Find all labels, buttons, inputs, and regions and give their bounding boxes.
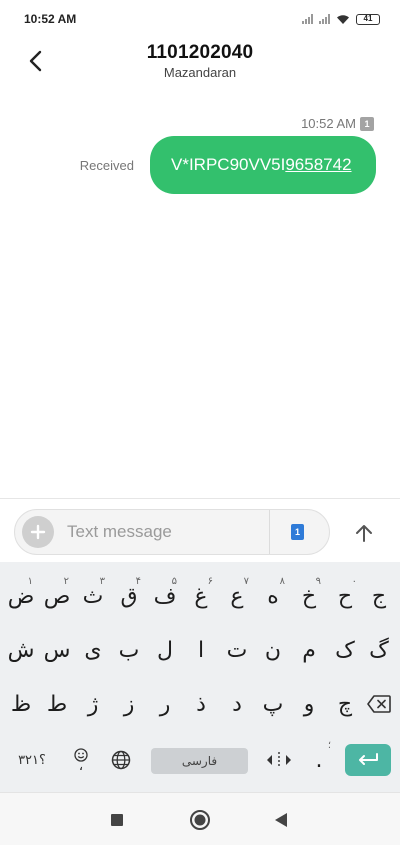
key[interactable]: م (292, 624, 326, 676)
divider (269, 510, 270, 554)
plus-icon (30, 524, 46, 540)
send-arrow-icon (356, 525, 372, 542)
key[interactable]: ر (148, 678, 182, 730)
key[interactable]: و (292, 678, 326, 730)
signal-icon (319, 14, 330, 24)
message-input[interactable] (67, 510, 267, 554)
key[interactable]: ث۳ (76, 570, 110, 622)
status-bar: 10:52 AM 41 (0, 0, 400, 38)
enter-arrow-icon (359, 753, 378, 765)
contact-info[interactable]: 1101202040 Mazandaran (0, 42, 400, 80)
key[interactable]: غ۶ (184, 570, 218, 622)
key[interactable]: ش (4, 624, 38, 676)
message-time: 10:52 AM (301, 116, 356, 131)
contact-number: 1101202040 (146, 42, 254, 63)
message-status: Received (79, 157, 134, 173)
key[interactable]: ژ (76, 678, 110, 730)
backspace-icon (367, 695, 391, 713)
persian-keyboard: ض۱ ص۲ ث۳ ق۴ ف۵ غ۶ ع۷ ه۸ خ۹ ح۰ ج ش س ی ب … (0, 562, 400, 792)
key[interactable]: ه۸ (256, 570, 290, 622)
space-key[interactable]: فارسی (151, 748, 248, 774)
message-row: Received V*IRPC90VV5I 9658742 (80, 136, 376, 194)
language-globe-key[interactable] (104, 734, 138, 786)
wifi-icon (337, 14, 349, 24)
compose-bar: 1 (0, 498, 400, 562)
key[interactable]: ع۷ (220, 570, 254, 622)
message-timestamp: 10:52 AM 1 (301, 116, 374, 131)
message-number-link[interactable]: 9658742 (285, 155, 351, 175)
recents-button[interactable] (106, 809, 128, 831)
keyboard-row-2: ش س ی ب ل ا ت ن م ک گ (0, 624, 400, 676)
triangle-back-icon (275, 813, 287, 827)
key[interactable]: ج (362, 570, 396, 622)
nav-back-button[interactable] (270, 809, 292, 831)
status-icons: 41 (302, 13, 380, 25)
key[interactable]: پ (256, 678, 290, 730)
emoji-key[interactable]: ، (64, 734, 98, 786)
sim-select-button[interactable]: 1 (291, 524, 304, 540)
key[interactable]: گ (362, 624, 396, 676)
key[interactable]: س (40, 624, 74, 676)
period-key[interactable]: . ؛ (302, 734, 336, 786)
battery-icon: 41 (356, 13, 380, 25)
key[interactable]: ا (184, 624, 218, 676)
key[interactable]: ق۴ (112, 570, 146, 622)
compose-box: 1 (14, 509, 330, 555)
cursor-move-key[interactable] (262, 734, 296, 786)
square-recents-icon (111, 814, 123, 826)
key[interactable]: چ (328, 678, 362, 730)
send-button[interactable] (348, 517, 380, 549)
key[interactable]: ف۵ (148, 570, 182, 622)
key[interactable]: ک (328, 624, 362, 676)
key[interactable]: ی (76, 624, 110, 676)
key[interactable]: ب (112, 624, 146, 676)
key[interactable]: د (220, 678, 254, 730)
key[interactable]: ل (148, 624, 182, 676)
contact-location: Mazandaran (163, 65, 237, 80)
backspace-key[interactable] (362, 678, 396, 730)
globe-icon (111, 750, 131, 770)
enter-key[interactable] (345, 744, 391, 776)
message-bubble[interactable]: V*IRPC90VV5I 9658742 (150, 136, 376, 194)
key[interactable]: ن (256, 624, 290, 676)
comma-label: ، (78, 759, 84, 774)
circle-home-icon (190, 810, 210, 830)
keyboard-row-3: ظ ط ژ ز ر ذ د پ و چ (0, 678, 400, 730)
key[interactable]: ض۱ (4, 570, 38, 622)
message-text: V*IRPC90VV5I (171, 155, 286, 174)
key[interactable]: ز (112, 678, 146, 730)
key[interactable]: ذ (184, 678, 218, 730)
numbers-key[interactable]: ؟۳۲۱ (12, 734, 52, 786)
key[interactable]: ت (220, 624, 254, 676)
home-button[interactable] (189, 809, 211, 831)
key[interactable]: ظ (4, 678, 38, 730)
key[interactable]: ص۲ (40, 570, 74, 622)
conversation-header: 1101202040 Mazandaran (0, 38, 400, 88)
key[interactable]: خ۹ (292, 570, 326, 622)
status-time: 10:52 AM (24, 12, 77, 26)
screen: 10:52 AM 41 1101202040 Mazandaran 10:52 … (0, 0, 400, 845)
signal-icon (302, 14, 313, 24)
cursor-arrows-icon (267, 752, 291, 768)
sim-badge: 1 (360, 116, 374, 131)
system-nav-bar (0, 792, 400, 845)
key[interactable]: ح۰ (328, 570, 362, 622)
keyboard-row-1: ض۱ ص۲ ث۳ ق۴ ف۵ غ۶ ع۷ ه۸ خ۹ ح۰ ج (0, 570, 400, 622)
attach-button[interactable] (22, 516, 54, 548)
key[interactable]: ط (40, 678, 74, 730)
